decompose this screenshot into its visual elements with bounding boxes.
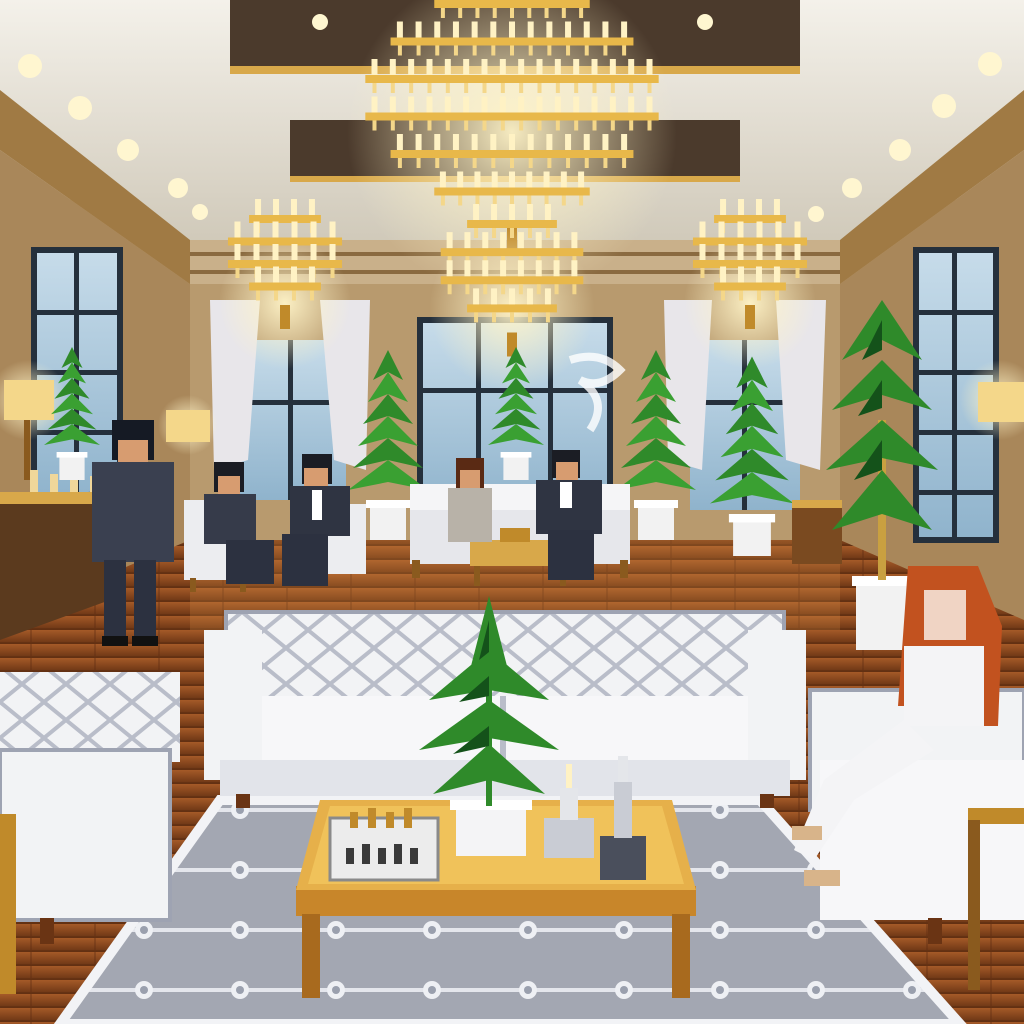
wall-lamp-left-2 bbox=[158, 395, 218, 455]
pixel-art-lounge-scene bbox=[0, 0, 1024, 1024]
chess-board bbox=[328, 808, 440, 882]
side-table-right bbox=[792, 500, 842, 564]
